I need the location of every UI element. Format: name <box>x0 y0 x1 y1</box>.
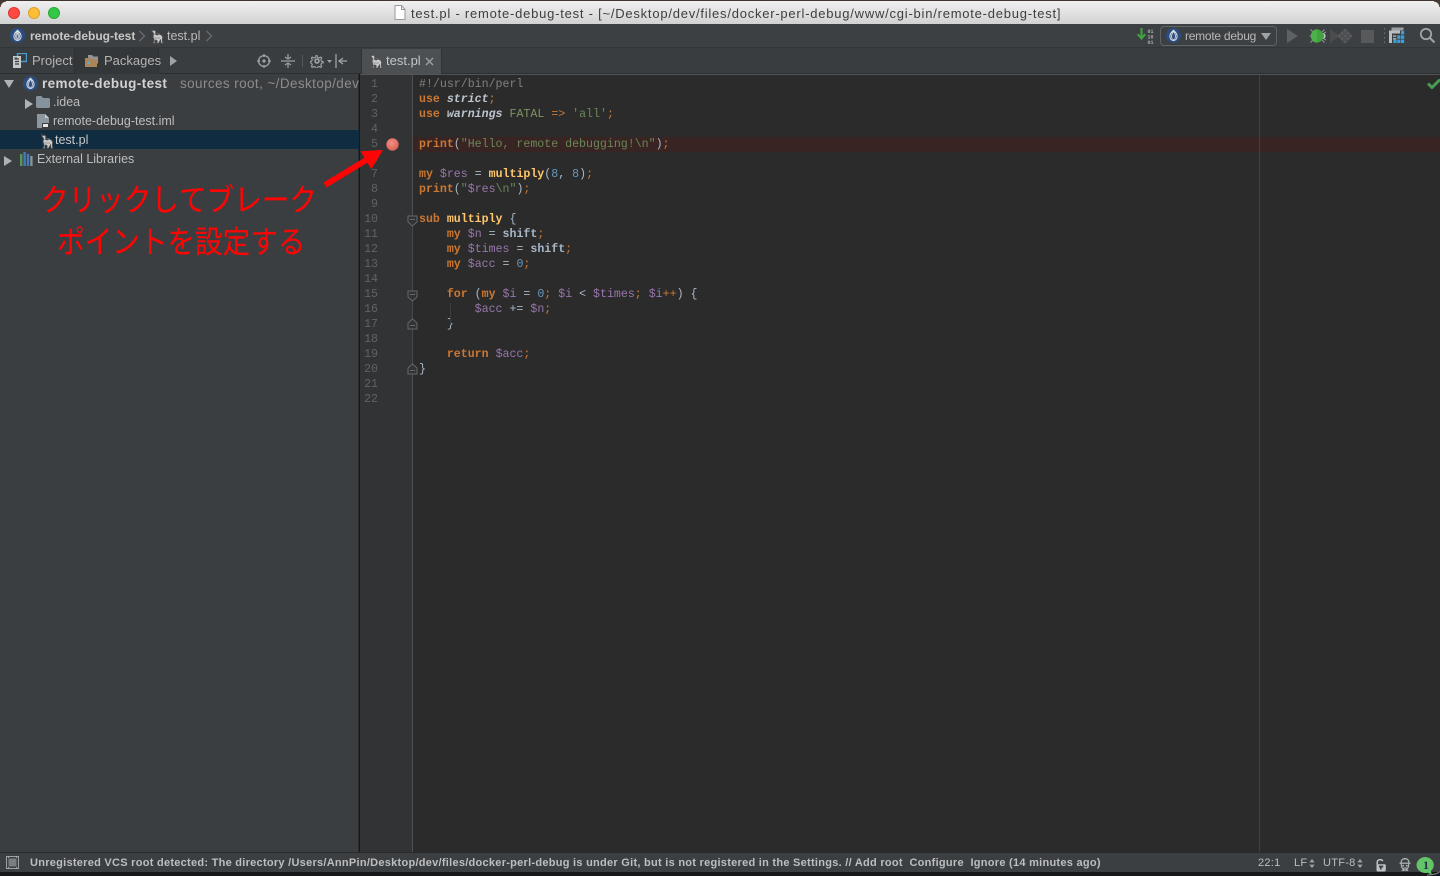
svg-text:01: 01 <box>1148 40 1154 45</box>
